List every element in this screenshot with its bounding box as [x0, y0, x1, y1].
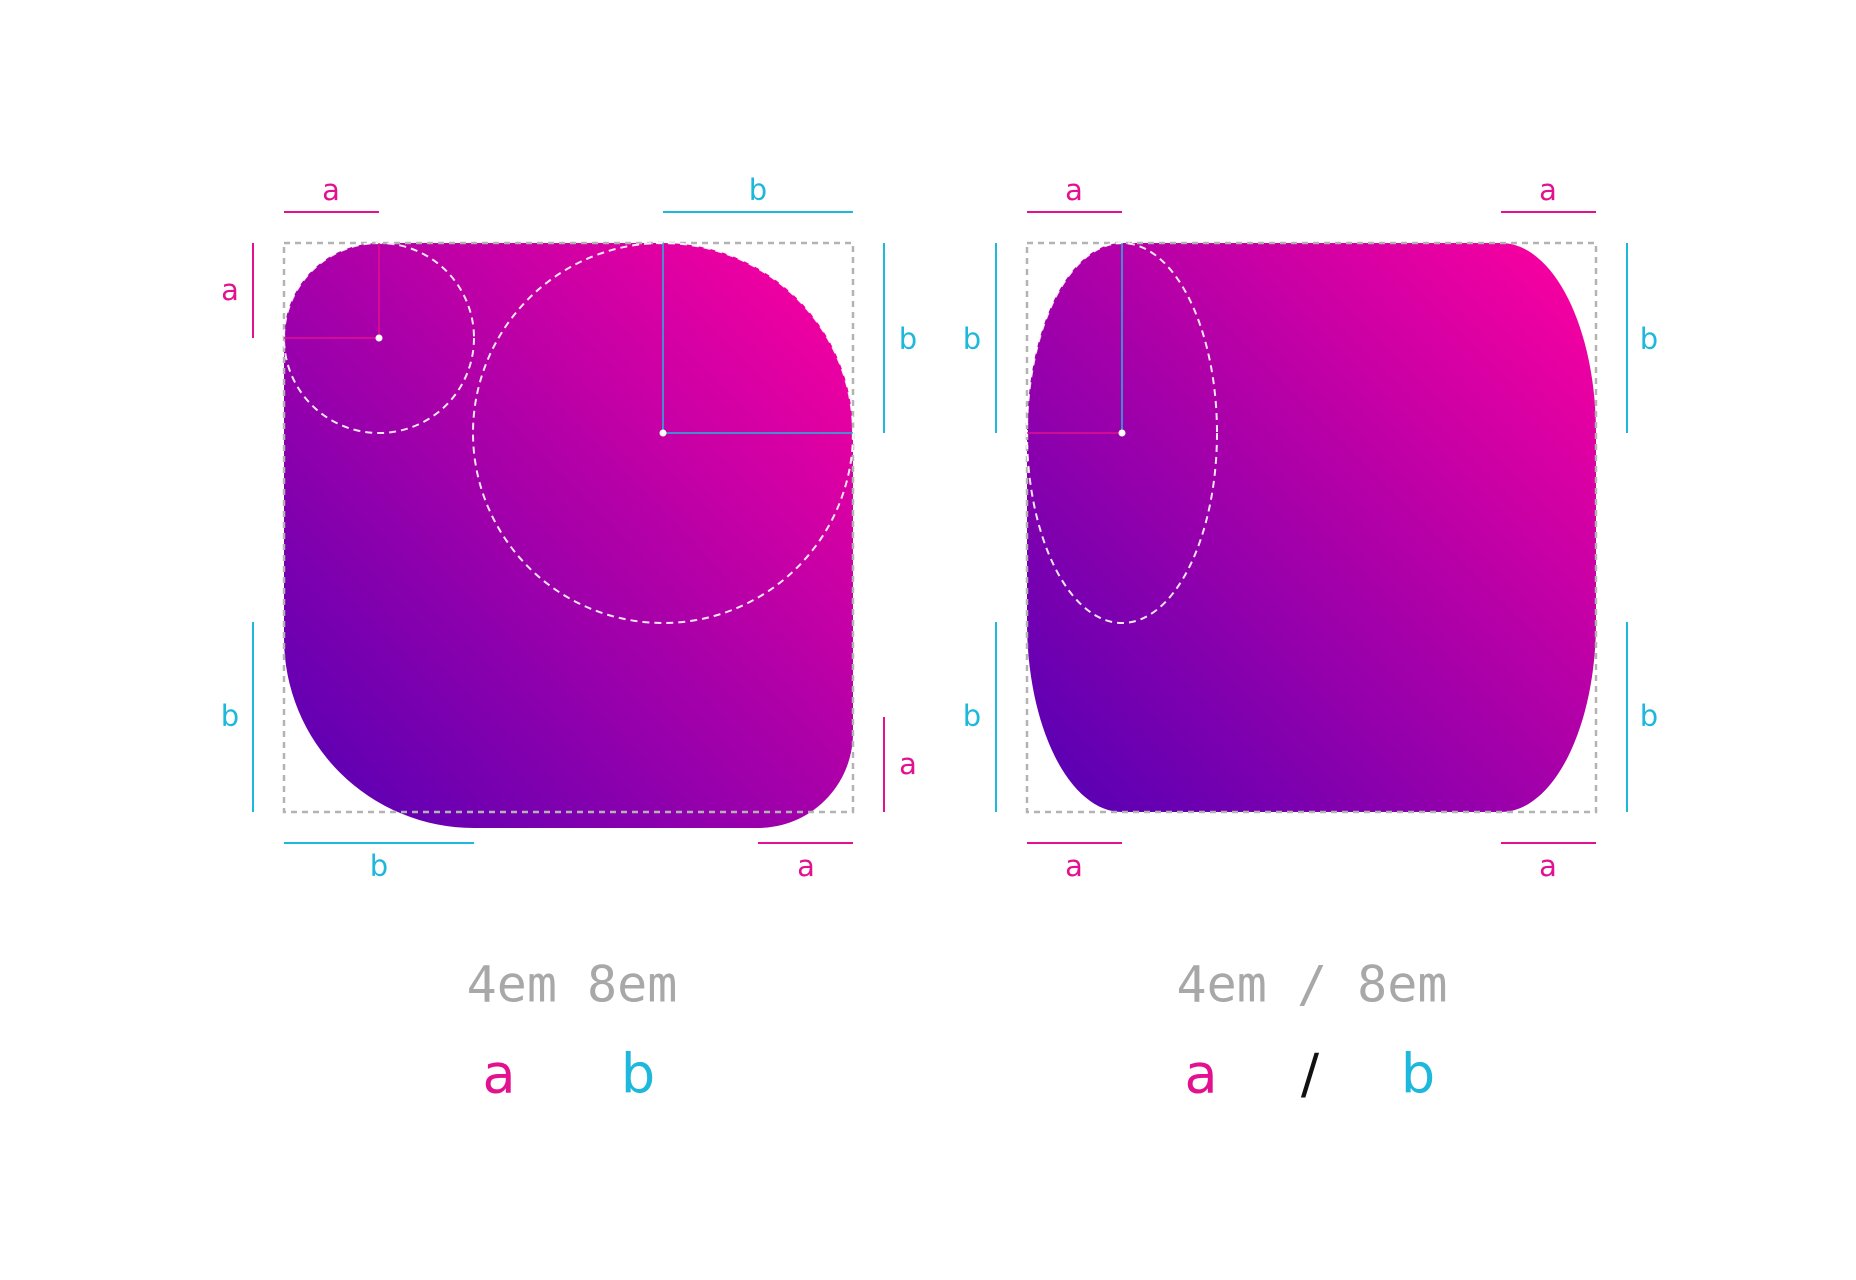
- left-large-center-dot: [659, 429, 667, 437]
- right-label-top-right: a: [1539, 173, 1557, 207]
- right-label-top-left: a: [1065, 173, 1083, 207]
- right-label-bottom-left: a: [1065, 849, 1083, 883]
- left-label-bottom-left: b: [370, 849, 388, 883]
- right-label-right-top: b: [1640, 322, 1658, 356]
- right-label-bottom-right: a: [1539, 849, 1557, 883]
- right-label-right-bottom: b: [1640, 699, 1658, 733]
- right-legend-a: a: [1184, 1043, 1217, 1106]
- left-diagram: a b a b b a b a 4em 8em a b: [221, 173, 917, 1106]
- left-legend-a: a: [482, 1043, 515, 1106]
- right-legend-b: b: [1401, 1043, 1435, 1106]
- right-code-value: 4em / 8em: [1177, 956, 1448, 1014]
- right-shape: [1027, 243, 1596, 812]
- left-label-top-left: a: [322, 173, 340, 207]
- left-label-right-top: b: [899, 322, 917, 356]
- left-code-value: 4em 8em: [467, 956, 678, 1014]
- border-radius-diagram: a b a b b a b a 4em 8em a b a a b b b b …: [221, 173, 1658, 1106]
- left-label-bottom-right: a: [797, 849, 815, 883]
- right-diagram: a a b b b b a a 4em / 8em a / b: [963, 173, 1658, 1106]
- left-label-right-bottom: a: [899, 747, 917, 781]
- left-legend-b: b: [621, 1043, 655, 1106]
- left-small-center-dot: [375, 334, 383, 342]
- left-label-left-top: a: [221, 273, 239, 307]
- left-label-left-bottom: b: [221, 699, 239, 733]
- right-label-left-top: b: [963, 322, 981, 356]
- left-label-top-right: b: [749, 173, 767, 207]
- right-label-left-bottom: b: [963, 699, 981, 733]
- right-center-dot: [1118, 429, 1126, 437]
- right-legend-slash: /: [1301, 1043, 1320, 1106]
- left-shape: [284, 243, 853, 828]
